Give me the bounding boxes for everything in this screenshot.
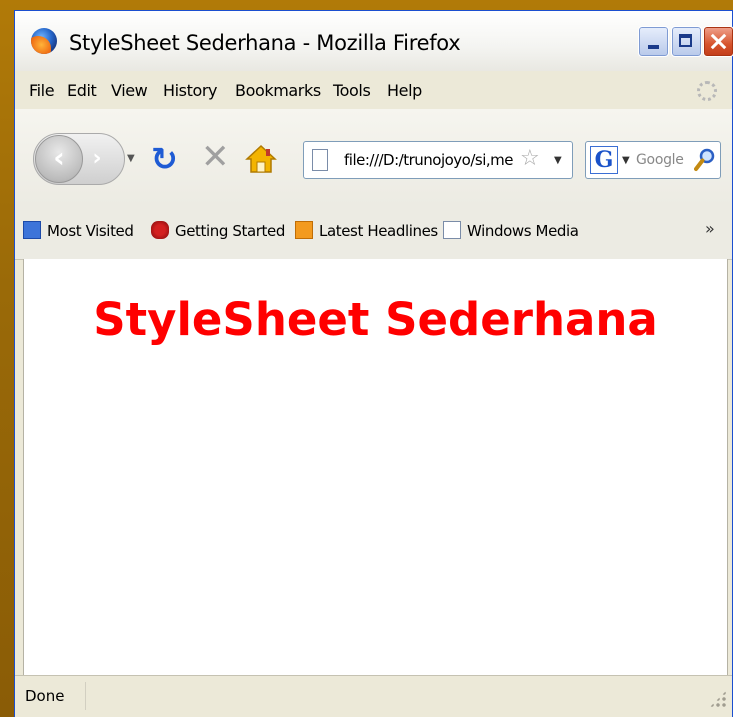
menu-edit[interactable]: Edit: [67, 81, 97, 100]
close-button[interactable]: [703, 26, 733, 57]
history-dropdown-icon[interactable]: ▼: [127, 153, 135, 164]
window-title: StyleSheet Sederhana - Mozilla Firefox: [69, 31, 461, 55]
menu-tools[interactable]: Tools: [333, 81, 371, 100]
url-bar[interactable]: file:///D:/trunojoyo/si,me ☆ ▼: [303, 141, 573, 179]
bookmarks-overflow-chevron[interactable]: »: [705, 219, 715, 238]
reload-icon[interactable]: ↻: [151, 143, 178, 175]
menu-bar: File Edit View History Bookmarks Tools H…: [15, 71, 732, 109]
search-engine-dropdown-icon[interactable]: ▼: [622, 155, 630, 166]
getting-started-icon: [151, 221, 169, 239]
rss-feed-icon: [295, 221, 313, 239]
firefox-icon: [31, 28, 57, 54]
throbber-icon: [697, 81, 717, 101]
forward-arrow-icon: ›: [92, 146, 102, 171]
forward-button[interactable]: ›: [81, 143, 113, 175]
search-box[interactable]: G ▼ Google: [585, 141, 721, 179]
page-icon: [443, 221, 461, 239]
browser-window: StyleSheet Sederhana - Mozilla Firefox F…: [14, 10, 733, 717]
home-icon[interactable]: [245, 143, 277, 175]
menu-help[interactable]: Help: [387, 81, 422, 100]
google-g-icon[interactable]: G: [590, 146, 618, 174]
resize-grip-icon[interactable]: [709, 690, 727, 708]
minimize-button[interactable]: [638, 26, 669, 57]
most-visited-icon: [23, 221, 41, 239]
back-button[interactable]: ‹: [35, 135, 83, 183]
menu-history[interactable]: History: [163, 81, 218, 100]
search-icon[interactable]: [694, 148, 716, 172]
menu-bookmarks[interactable]: Bookmarks: [235, 81, 321, 100]
bookmarks-toolbar: Most Visited Getting Started Latest Head…: [15, 205, 732, 260]
page-heading: StyleSheet Sederhana: [93, 293, 658, 346]
menu-file[interactable]: File: [29, 81, 55, 100]
navigation-toolbar: ‹ › ▼ ↻ ✕ file:///D:/trunojoyo/si,me ☆ ▼…: [15, 109, 732, 205]
bookmark-star-icon[interactable]: ☆: [520, 146, 540, 171]
url-dropdown-icon[interactable]: ▼: [554, 155, 562, 166]
bookmark-windows-media[interactable]: Windows Media: [443, 221, 579, 243]
page-icon: [312, 149, 328, 171]
bookmark-getting-started[interactable]: Getting Started: [151, 221, 285, 243]
maximize-button[interactable]: [671, 26, 702, 57]
status-text: Done: [25, 687, 65, 705]
title-bar: StyleSheet Sederhana - Mozilla Firefox: [15, 11, 733, 72]
bookmark-most-visited[interactable]: Most Visited: [23, 221, 134, 243]
status-panel: [85, 682, 706, 710]
bookmark-latest-headlines[interactable]: Latest Headlines: [295, 221, 438, 243]
menu-view[interactable]: View: [111, 81, 148, 100]
status-bar: Done: [15, 675, 732, 717]
search-input[interactable]: Google: [636, 152, 684, 168]
url-input[interactable]: file:///D:/trunojoyo/si,me: [344, 151, 514, 169]
page-content: StyleSheet Sederhana: [23, 259, 728, 675]
back-arrow-icon: ‹: [53, 141, 65, 174]
stop-icon[interactable]: ✕: [201, 139, 230, 175]
